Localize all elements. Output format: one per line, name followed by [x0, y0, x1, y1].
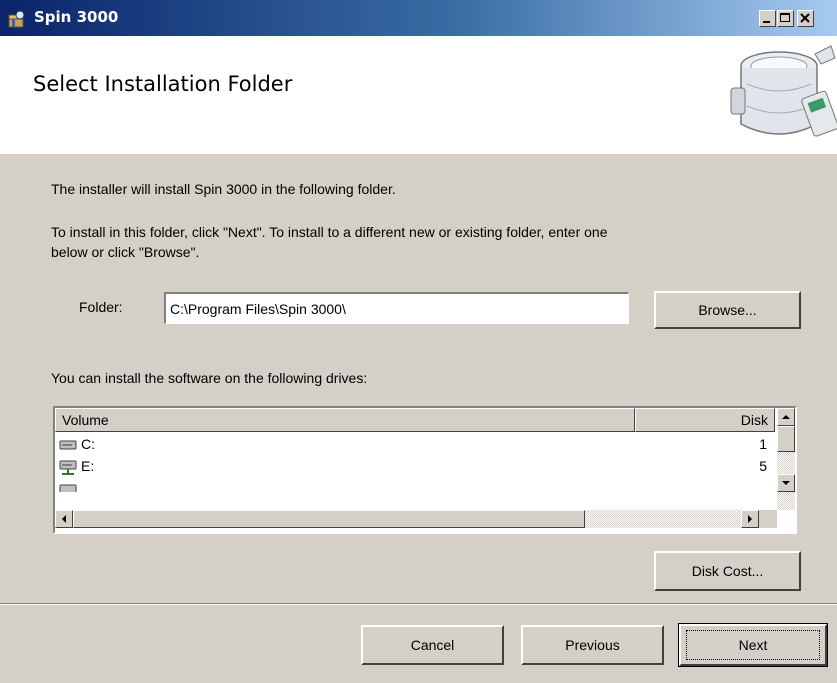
- drives-label: You can install the software on the foll…: [51, 370, 368, 386]
- arrow-right-icon: [748, 515, 752, 523]
- arrow-down-icon: [782, 481, 790, 485]
- disk-size: 1: [759, 436, 767, 452]
- disk-cost-button[interactable]: Disk Cost...: [654, 551, 801, 591]
- browse-button-label: Browse...: [698, 302, 757, 318]
- network-drive-icon: [59, 460, 77, 475]
- close-icon: [800, 13, 810, 23]
- minimize-button[interactable]: [759, 10, 776, 27]
- product-image: [730, 45, 837, 137]
- page-title: Select Installation Folder: [33, 72, 293, 96]
- maximize-button[interactable]: [777, 10, 794, 27]
- disk-size: 5: [759, 458, 767, 474]
- scroll-left-button[interactable]: [55, 510, 73, 528]
- list-item[interactable]: C: 1: [59, 436, 767, 456]
- horizontal-scroll-thumb[interactable]: [73, 510, 585, 528]
- folder-label: Folder:: [79, 299, 123, 315]
- volume-name: C:: [81, 436, 95, 452]
- list-item[interactable]: E: 5: [59, 458, 767, 478]
- cancel-button-label: Cancel: [410, 637, 455, 653]
- next-button-label: Next: [738, 637, 768, 653]
- header-banner: Select Installation Folder: [0, 36, 837, 154]
- disk-cost-button-label: Disk Cost...: [691, 563, 764, 579]
- arrow-up-icon: [782, 415, 790, 419]
- instructions-text-line1: To install in this folder, click "Next".…: [51, 224, 608, 240]
- drives-list[interactable]: Volume Disk C: 1 E: 5: [53, 406, 797, 534]
- drive-icon: [59, 484, 77, 492]
- folder-input[interactable]: [164, 292, 629, 324]
- previous-button[interactable]: Previous: [521, 625, 664, 665]
- window-title: Spin 3000: [34, 8, 119, 26]
- scroll-down-button[interactable]: [777, 474, 795, 492]
- close-button[interactable]: [797, 10, 814, 27]
- volume-name: E:: [81, 458, 95, 474]
- cancel-button[interactable]: Cancel: [361, 625, 504, 665]
- browse-button[interactable]: Browse...: [654, 291, 801, 329]
- intro-text: The installer will install Spin 3000 in …: [51, 181, 396, 197]
- hard-drive-icon: [59, 440, 77, 450]
- scroll-right-button[interactable]: [741, 510, 759, 528]
- next-button[interactable]: Next: [678, 623, 828, 667]
- maximize-icon: [780, 13, 790, 22]
- column-header-volume[interactable]: Volume: [55, 408, 635, 432]
- previous-button-label: Previous: [565, 637, 620, 653]
- vertical-scroll-thumb[interactable]: [777, 426, 795, 452]
- arrow-left-icon: [62, 515, 66, 523]
- installer-icon: [8, 10, 25, 28]
- minimize-icon: [763, 21, 770, 23]
- title-bar[interactable]: Spin 3000: [0, 0, 837, 36]
- scroll-up-button[interactable]: [777, 408, 795, 426]
- instructions-text-line2: below or click "Browse".: [51, 244, 200, 260]
- list-item[interactable]: [59, 480, 767, 492]
- column-header-disk[interactable]: Disk: [635, 408, 775, 432]
- scrollbar-corner: [759, 510, 777, 528]
